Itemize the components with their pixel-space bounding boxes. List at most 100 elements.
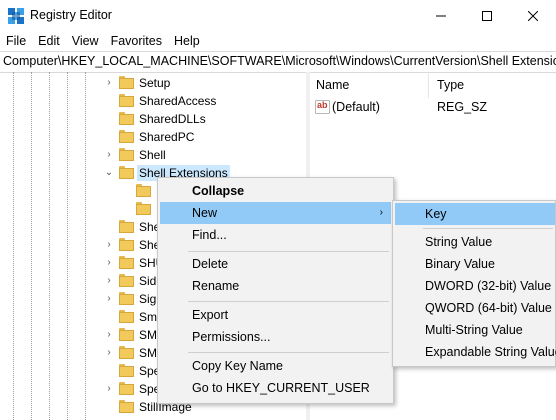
menu-item-collapse[interactable]: Collapse xyxy=(160,180,391,202)
tree-guide-line xyxy=(31,72,32,420)
chevron-right-icon[interactable]: › xyxy=(104,383,114,395)
tree-item[interactable]: SharedPC xyxy=(104,128,304,146)
menu-separator xyxy=(188,301,389,302)
folder-icon xyxy=(119,166,134,179)
chevron-right-icon xyxy=(104,95,114,107)
menu-view[interactable]: View xyxy=(66,32,105,51)
window-title: Registry Editor xyxy=(30,8,112,22)
menu-item-find[interactable]: Find... xyxy=(160,224,391,246)
maximize-icon xyxy=(482,10,492,21)
menu-item-goto-hkcu[interactable]: Go to HKEY_CURRENT_USER xyxy=(160,377,391,399)
folder-icon xyxy=(136,202,151,215)
chevron-right-icon[interactable]: › xyxy=(104,257,114,269)
submenu-arrow-icon: › xyxy=(379,207,383,218)
maximize-button[interactable] xyxy=(464,0,510,31)
tree-guide-line xyxy=(85,72,86,420)
menu-item-copy-key-name[interactable]: Copy Key Name xyxy=(160,355,391,377)
tree-item[interactable]: › Shell xyxy=(104,146,304,164)
menu-item-delete[interactable]: Delete xyxy=(160,253,391,275)
tree-subitem[interactable] xyxy=(122,200,152,218)
address-path[interactable]: Computer\HKEY_LOCAL_MACHINE\SOFTWARE\Mic… xyxy=(3,54,556,68)
folder-icon xyxy=(119,364,134,377)
chevron-right-icon[interactable]: › xyxy=(104,149,114,161)
value-type: REG_SZ xyxy=(437,100,488,114)
folder-icon xyxy=(119,292,134,305)
tree-item-label[interactable]: SharedAccess xyxy=(137,93,218,109)
chevron-right-icon[interactable]: › xyxy=(104,77,114,89)
folder-icon xyxy=(119,238,134,251)
tree-item-label[interactable]: SharedPC xyxy=(137,129,196,145)
menu-item-new[interactable]: New › xyxy=(160,202,391,224)
column-header-name[interactable]: Name xyxy=(310,72,431,98)
close-button[interactable] xyxy=(510,0,556,31)
folder-icon xyxy=(119,400,134,413)
folder-icon xyxy=(119,256,134,269)
chevron-right-icon[interactable]: › xyxy=(104,293,114,305)
submenu-item-qword-value[interactable]: QWORD (64-bit) Value xyxy=(395,297,555,319)
submenu-item-binary-value[interactable]: Binary Value xyxy=(395,253,555,275)
menu-separator xyxy=(188,352,389,353)
tree-guide-line xyxy=(49,72,50,420)
column-divider[interactable] xyxy=(428,72,429,98)
folder-icon xyxy=(119,220,134,233)
menu-help[interactable]: Help xyxy=(168,32,206,51)
submenu-item-multi-string-value[interactable]: Multi-String Value xyxy=(395,319,555,341)
chevron-right-icon[interactable]: › xyxy=(104,239,114,251)
submenu-item-dword-value[interactable]: DWORD (32-bit) Value xyxy=(395,275,555,297)
minimize-icon xyxy=(436,15,446,16)
menu-edit[interactable]: Edit xyxy=(32,32,66,51)
chevron-right-icon[interactable]: › xyxy=(104,347,114,359)
close-icon xyxy=(528,10,538,21)
chevron-right-icon xyxy=(104,365,114,377)
chevron-right-icon xyxy=(104,131,114,143)
folder-icon xyxy=(119,130,134,143)
column-header-type[interactable]: Type xyxy=(431,72,537,98)
submenu-item-expandable-string-value[interactable]: Expandable String Value xyxy=(395,341,556,363)
tree-item-label[interactable]: SharedDLLs xyxy=(137,111,208,127)
menu-separator xyxy=(423,228,553,229)
title-bar: Registry Editor xyxy=(0,0,556,31)
menu-bar: File Edit View Favorites Help xyxy=(0,32,556,51)
tree-item[interactable]: SharedDLLs xyxy=(104,110,304,128)
folder-icon xyxy=(119,76,134,89)
string-value-icon: ab xyxy=(315,100,330,114)
chevron-right-icon xyxy=(104,113,114,125)
tree-subitem[interactable] xyxy=(122,182,152,200)
tree-item-label[interactable]: Setup xyxy=(137,75,172,91)
minimize-button[interactable] xyxy=(418,0,464,31)
tree-item[interactable]: SharedAccess xyxy=(104,92,304,110)
folder-icon xyxy=(136,184,151,197)
folder-icon xyxy=(119,310,134,323)
chevron-right-icon[interactable]: › xyxy=(104,329,114,341)
tree-item-label[interactable]: Sig xyxy=(137,291,158,307)
submenu-item-key[interactable]: Key xyxy=(395,203,555,225)
chevron-right-icon[interactable]: › xyxy=(104,275,114,287)
chevron-right-icon xyxy=(104,311,114,323)
chevron-right-icon xyxy=(104,221,114,233)
registry-editor-icon xyxy=(8,8,24,24)
chevron-right-icon xyxy=(104,401,114,413)
menu-file[interactable]: File xyxy=(0,32,32,51)
menu-item-export[interactable]: Export xyxy=(160,304,391,326)
value-name: (Default) xyxy=(332,100,380,114)
context-menu: Collapse New › Find... Delete Rename Exp… xyxy=(157,177,394,404)
menu-item-permissions[interactable]: Permissions... xyxy=(160,326,391,348)
folder-icon xyxy=(119,346,134,359)
tree-item[interactable]: › Setup xyxy=(104,74,304,92)
folder-icon xyxy=(119,382,134,395)
folder-icon xyxy=(119,148,134,161)
folder-icon xyxy=(119,94,134,107)
folder-icon xyxy=(119,112,134,125)
folder-icon xyxy=(119,328,134,341)
chevron-down-icon[interactable]: ⌄ xyxy=(104,167,114,179)
new-submenu: Key String Value Binary Value DWORD (32-… xyxy=(392,200,556,367)
folder-icon xyxy=(119,274,134,287)
menu-item-rename[interactable]: Rename xyxy=(160,275,391,297)
tree-guide-line xyxy=(13,72,14,420)
submenu-item-string-value[interactable]: String Value xyxy=(395,231,555,253)
tree-item-label[interactable]: Shell xyxy=(137,147,168,163)
address-bar[interactable]: Computer\HKEY_LOCAL_MACHINE\SOFTWARE\Mic… xyxy=(0,51,556,73)
menu-favorites[interactable]: Favorites xyxy=(105,32,168,51)
menu-separator xyxy=(188,251,389,252)
tree-guide-line xyxy=(67,72,68,420)
